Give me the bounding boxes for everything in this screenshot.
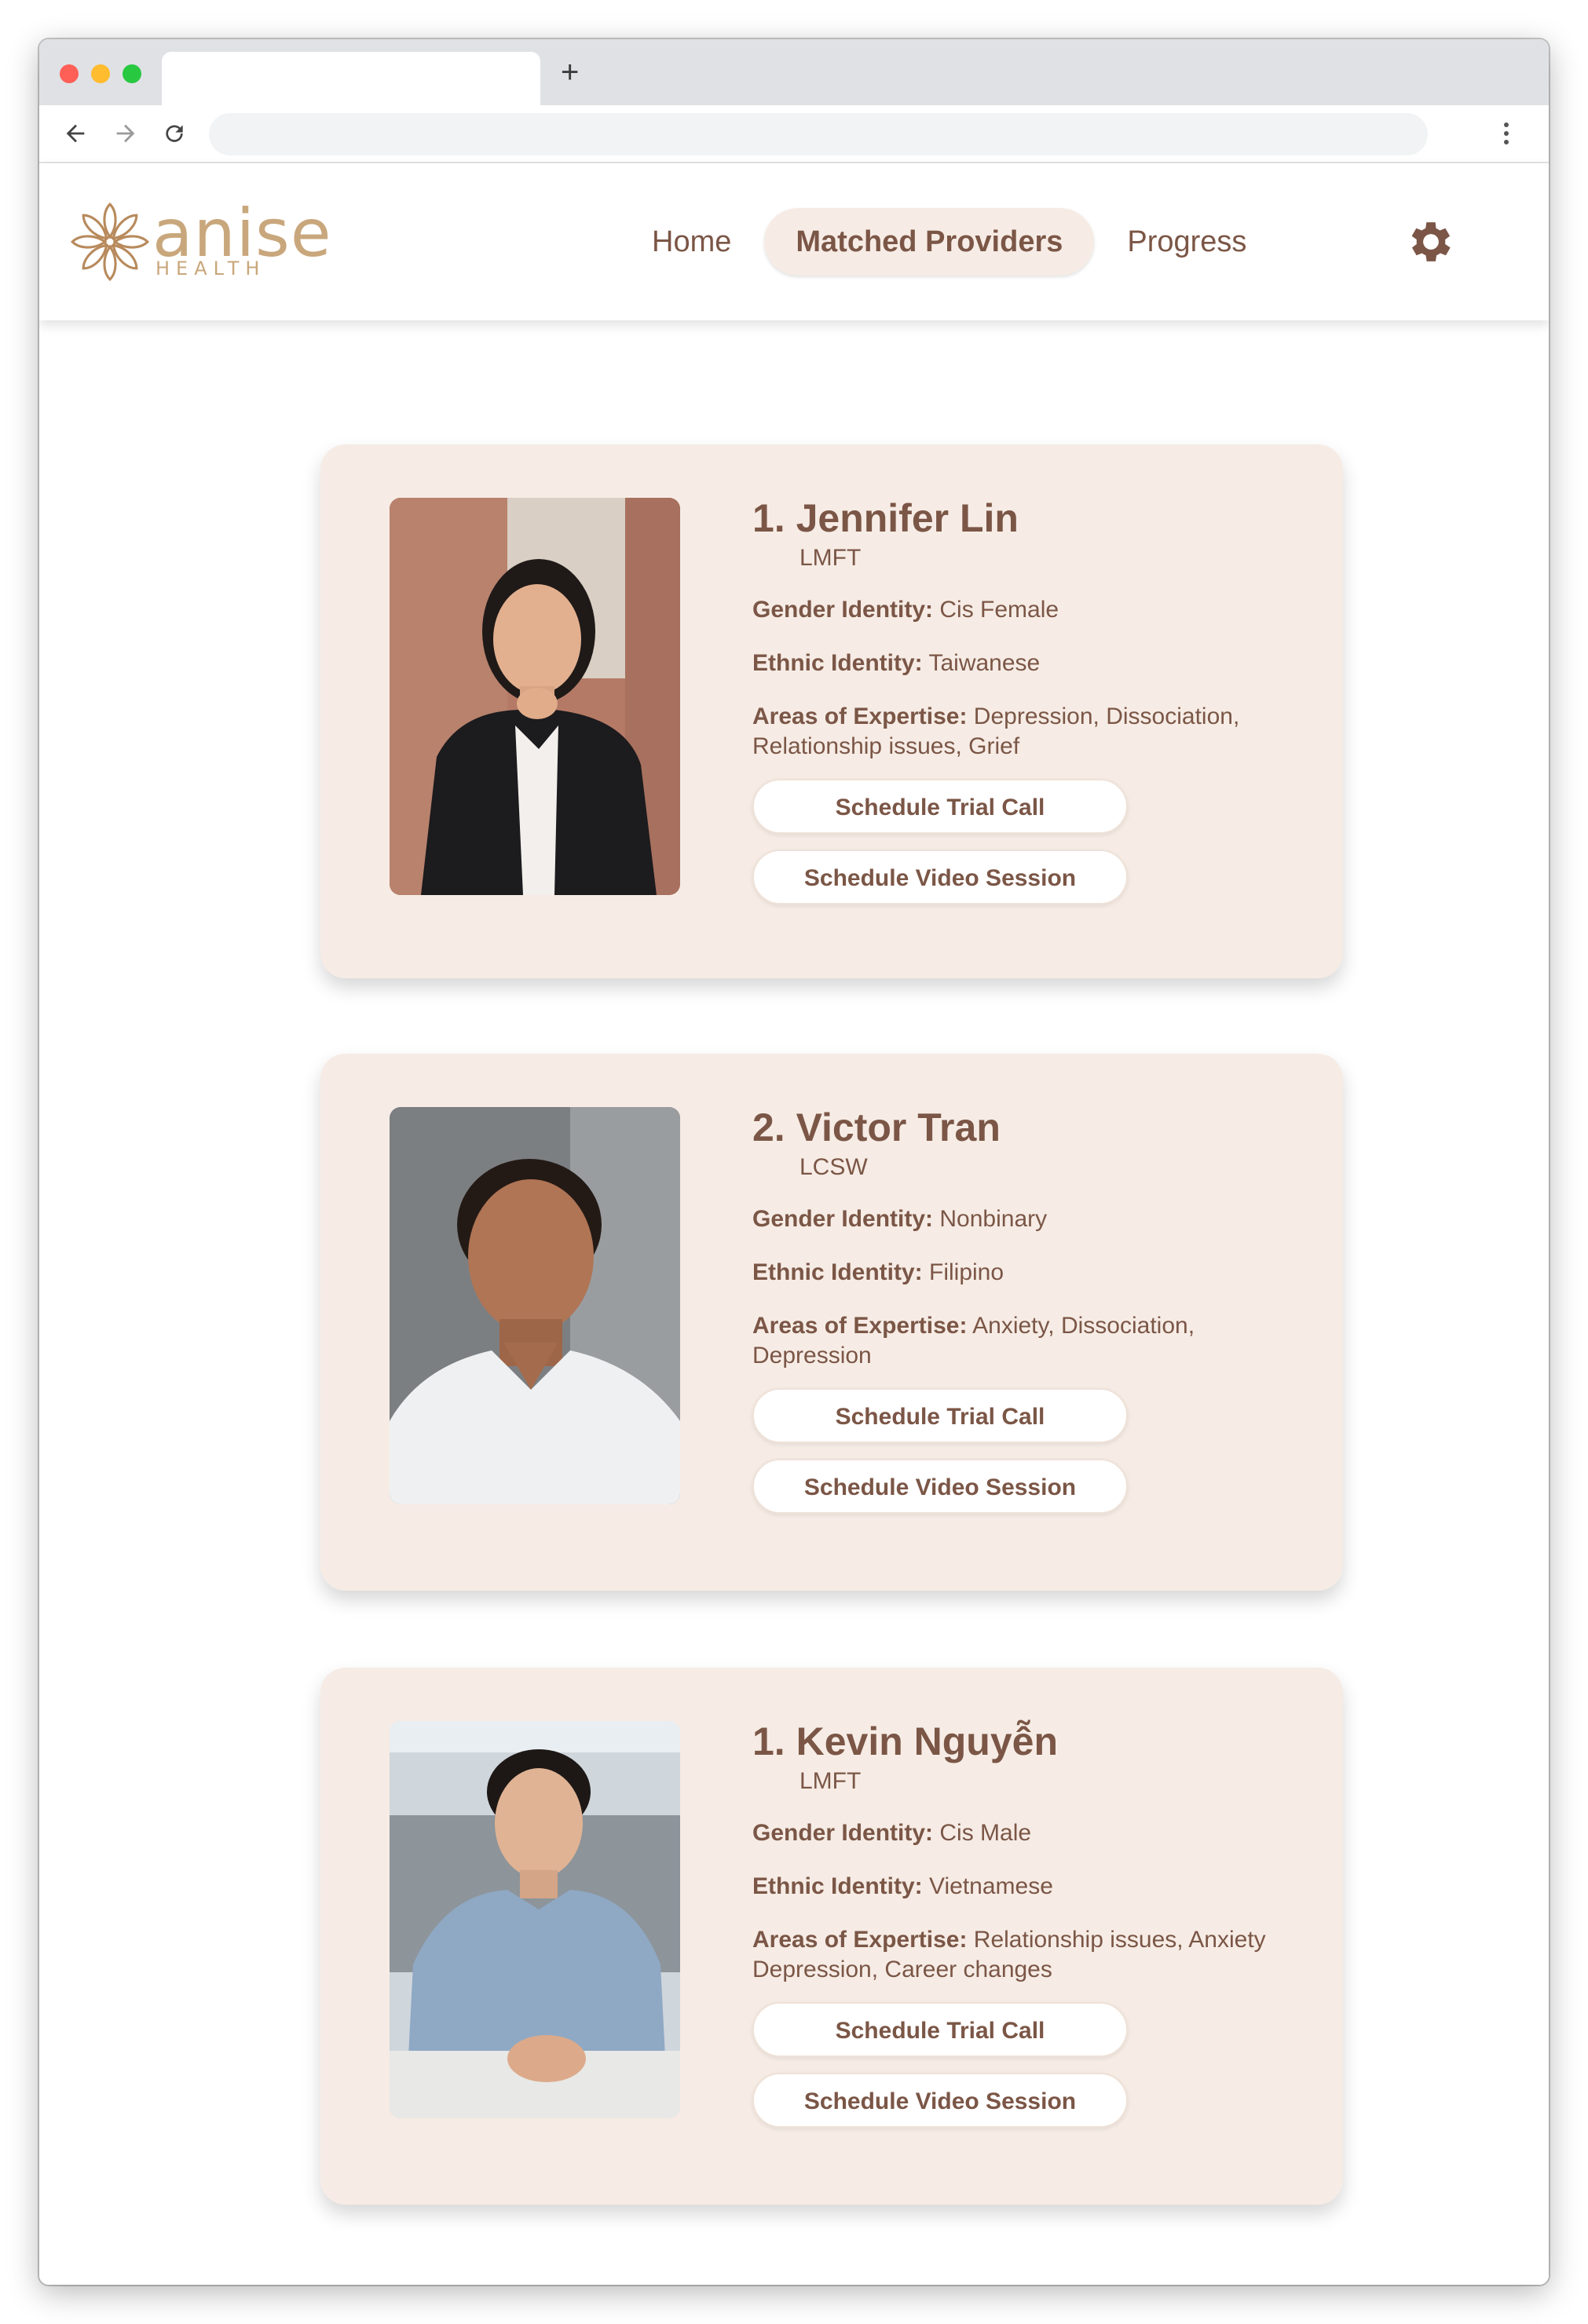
browser-tab[interactable] [162, 52, 540, 105]
app-header: anise HEALTH Home Matched Providers Prog… [39, 163, 1549, 320]
browser-menu-button[interactable] [1484, 111, 1528, 155]
provider-info: 1. Kevin Nguyễn LMFT Gender Identity: Ci… [752, 1719, 1302, 2128]
flower-logo-icon [70, 202, 150, 282]
expertise-label: Areas of Expertise: [752, 1927, 968, 1953]
provider-credential: LCSW [799, 1154, 868, 1180]
gender-identity-field: Gender Identity: Cis Female [752, 595, 1302, 625]
expertise-value-line1: Relationship issues, Anxiety [973, 1927, 1266, 1953]
schedule-trial-call-button[interactable]: Schedule Trial Call [752, 2002, 1128, 2057]
ethnic-identity-label: Ethnic Identity: [752, 1259, 923, 1285]
ethnic-identity-field: Ethnic Identity: Vietnamese [752, 1872, 1302, 1902]
ethnic-identity-value: Filipino [929, 1259, 1004, 1285]
back-button[interactable] [53, 111, 97, 155]
expertise-value-line1: Depression, Dissociation, [973, 703, 1240, 729]
maximize-window-button[interactable] [123, 64, 141, 83]
provider-name: 2. Victor Tran [752, 1105, 1001, 1149]
gender-identity-label: Gender Identity: [752, 1820, 934, 1846]
ethnic-identity-field: Ethnic Identity: Filipino [752, 1258, 1302, 1288]
close-window-button[interactable] [60, 64, 79, 83]
back-arrow-icon [66, 124, 85, 143]
ethnic-identity-field: Ethnic Identity: Taiwanese [752, 649, 1302, 678]
provider-credential: LMFT [799, 1768, 862, 1794]
gender-identity-value: Cis Male [939, 1820, 1032, 1846]
nav-progress[interactable]: Progress [1096, 208, 1278, 276]
tab-strip: + [39, 39, 1549, 105]
minimize-window-button[interactable] [91, 64, 110, 83]
schedule-video-session-button[interactable]: Schedule Video Session [752, 850, 1128, 904]
gender-identity-label: Gender Identity: [752, 597, 934, 623]
nav-home[interactable]: Home [620, 208, 763, 276]
provider-card: 2. Victor Tran LCSW Gender Identity: Non… [320, 1054, 1343, 1591]
ethnic-identity-label: Ethnic Identity: [752, 650, 923, 676]
logo-subtitle: HEALTH [156, 258, 266, 280]
schedule-trial-call-button[interactable]: Schedule Trial Call [752, 1388, 1128, 1443]
gender-identity-value: Nonbinary [939, 1206, 1048, 1232]
browser-window: + anise HEALTH Home Matched Providers Pr… [39, 39, 1549, 2285]
expertise-label: Areas of Expertise: [752, 1313, 968, 1339]
ethnic-identity-value: Vietnamese [929, 1873, 1053, 1899]
expertise-value-line2: Relationship issues, Grief [752, 733, 1020, 759]
gender-identity-field: Gender Identity: Nonbinary [752, 1204, 1302, 1234]
provider-info: 2. Victor Tran LCSW Gender Identity: Non… [752, 1105, 1302, 1514]
main-nav: Home Matched Providers Progress [620, 207, 1279, 276]
schedule-trial-call-button[interactable]: Schedule Trial Call [752, 779, 1128, 834]
expertise-field: Areas of Expertise: Depression, Dissocia… [752, 702, 1302, 762]
gender-identity-label: Gender Identity: [752, 1206, 934, 1232]
provider-name: 1. Kevin Nguyễn [752, 1719, 1058, 1763]
provider-info: 1. Jennifer Lin LMFT Gender Identity: Ci… [752, 496, 1302, 904]
reload-button[interactable] [152, 111, 196, 155]
new-tab-button[interactable]: + [561, 55, 579, 90]
kebab-menu-icon [1504, 122, 1509, 144]
provider-name: 1. Jennifer Lin [752, 496, 1019, 540]
expertise-value-line1: Anxiety, Dissociation, [972, 1313, 1195, 1339]
forward-button[interactable] [104, 111, 148, 155]
provider-card: 1. Jennifer Lin LMFT Gender Identity: Ci… [320, 444, 1343, 978]
expertise-label: Areas of Expertise: [752, 703, 968, 729]
expertise-value-line2: Depression, Career changes [752, 1957, 1052, 1982]
providers-list: 1. Jennifer Lin LMFT Gender Identity: Ci… [39, 320, 1549, 2285]
ethnic-identity-value: Taiwanese [928, 650, 1041, 676]
schedule-video-session-button[interactable]: Schedule Video Session [752, 2073, 1128, 2128]
ethnic-identity-label: Ethnic Identity: [752, 1873, 923, 1899]
provider-credential: LMFT [799, 545, 862, 571]
anise-health-logo[interactable]: anise HEALTH [69, 198, 331, 283]
forward-arrow-icon [116, 124, 135, 143]
settings-gear-icon[interactable] [1404, 215, 1458, 269]
provider-photo [390, 1721, 680, 2118]
provider-photo [390, 1107, 680, 1504]
expertise-value-line2: Depression [752, 1343, 872, 1368]
nav-matched-providers[interactable]: Matched Providers [764, 208, 1095, 276]
gender-identity-field: Gender Identity: Cis Male [752, 1818, 1302, 1848]
gender-identity-value: Cis Female [939, 597, 1059, 623]
address-bar[interactable] [209, 113, 1428, 155]
expertise-field: Areas of Expertise: Anxiety, Dissociatio… [752, 1311, 1302, 1371]
expertise-field: Areas of Expertise: Relationship issues,… [752, 1925, 1302, 1985]
provider-photo [390, 498, 680, 895]
schedule-video-session-button[interactable]: Schedule Video Session [752, 1459, 1128, 1514]
browser-toolbar [39, 105, 1549, 163]
provider-card: 1. Kevin Nguyễn LMFT Gender Identity: Ci… [320, 1668, 1343, 2205]
reload-icon [166, 125, 183, 142]
